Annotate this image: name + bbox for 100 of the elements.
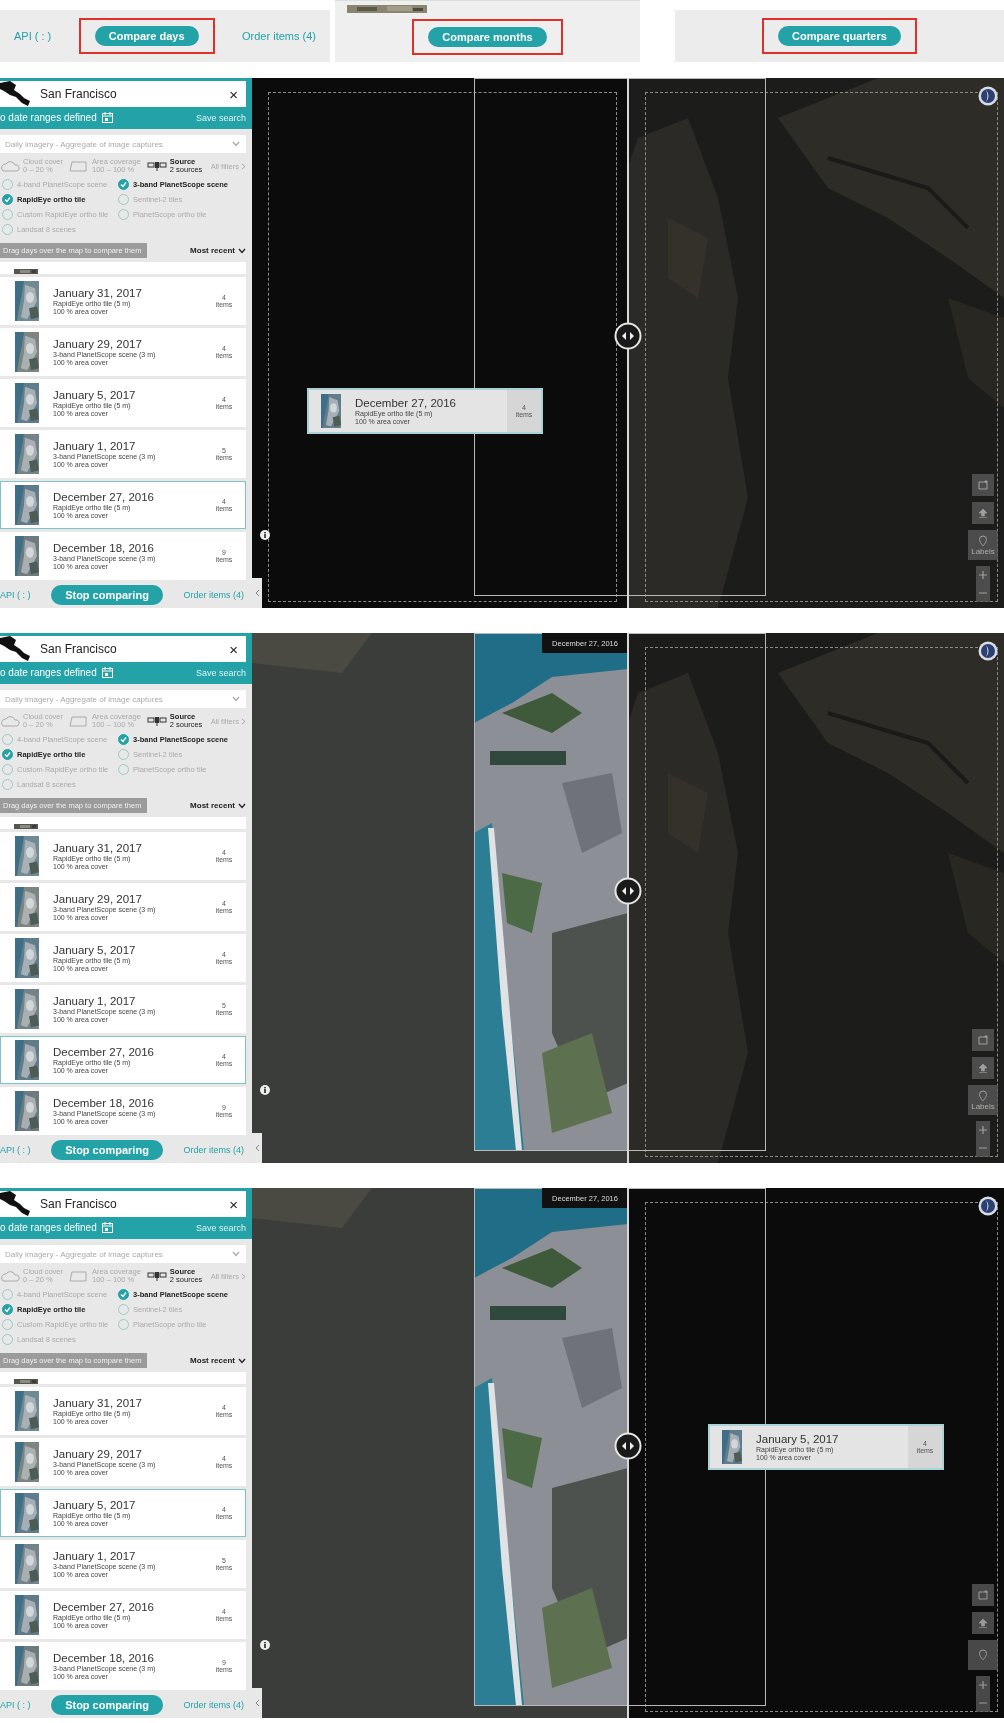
compare-handle[interactable] (614, 1432, 642, 1460)
calendar-icon[interactable] (101, 112, 113, 123)
day-date: January 29, 2017 (53, 1448, 143, 1460)
day-date: January 5, 2017 (756, 1433, 840, 1445)
sort-dropdown[interactable]: Most recent (190, 1356, 246, 1365)
order-link[interactable]: Order items (4) (242, 30, 316, 42)
imagery-dropdown[interactable]: Daily imagery - Aggregate of image captures (0, 690, 246, 708)
imagery-dropdown[interactable]: Daily imagery - Aggregate of image captures (0, 1245, 246, 1263)
info-icon[interactable] (260, 530, 270, 540)
info-icon[interactable] (260, 1640, 270, 1650)
day-date: January 5, 2017 (53, 944, 137, 956)
globe-icon[interactable] (978, 86, 998, 106)
checkbox[interactable] (2, 749, 13, 760)
list-item[interactable] (0, 1372, 246, 1384)
day-date: January 1, 2017 (53, 440, 137, 452)
chevron-icon (241, 162, 246, 170)
stop-comparing-button[interactable]: Stop comparing (51, 1695, 163, 1715)
sort-dropdown[interactable]: Most recent (190, 246, 246, 255)
chevron-icon (254, 1699, 260, 1707)
imagery-dropdown[interactable]: Daily imagery - Aggregate of image captures (0, 135, 246, 153)
api-link[interactable]: API ( : ) (0, 590, 31, 600)
date-range-label[interactable]: o date ranges defined (0, 112, 97, 123)
labels-button[interactable] (968, 1640, 998, 1670)
close-button[interactable]: × (229, 640, 238, 658)
checkbox[interactable] (118, 1289, 129, 1300)
labels-button[interactable]: Labels (968, 1085, 998, 1115)
day-date: January 5, 2017 (53, 389, 137, 401)
chevron-icon (238, 247, 246, 254)
upload-button[interactable] (972, 502, 994, 524)
list-item[interactable] (0, 817, 246, 829)
api-link[interactable]: API ( : ) (0, 1145, 31, 1155)
checkbox[interactable] (2, 1304, 13, 1315)
upload-icon (977, 507, 989, 519)
compare-button[interactable]: Compare months (428, 26, 547, 47)
compare-button[interactable]: Compare quarters (778, 26, 901, 46)
order-link[interactable]: Order items (4) (183, 1700, 244, 1710)
compare-divider[interactable] (627, 78, 629, 608)
upload-button[interactable] (972, 1057, 994, 1079)
sort-dropdown[interactable]: Most recent (190, 801, 246, 810)
compare-divider[interactable] (627, 1188, 629, 1718)
crop-button[interactable] (972, 1584, 994, 1606)
upload-button[interactable] (972, 1612, 994, 1634)
search-field[interactable]: San Francisco × (0, 81, 246, 107)
chevron-icon (232, 1251, 240, 1257)
chevron-icon (241, 717, 246, 725)
date-range-label[interactable]: o date ranges defined (0, 1222, 97, 1233)
stop-comparing-button[interactable]: Stop comparing (51, 585, 163, 605)
upload-icon (977, 1617, 989, 1629)
day-date: January 1, 2017 (53, 995, 137, 1007)
api-link[interactable]: API ( : ) (14, 30, 52, 42)
save-search-link[interactable]: Save search (195, 112, 246, 123)
chevron-icon (238, 1357, 246, 1364)
pin-icon (977, 534, 989, 547)
compare-divider[interactable] (627, 633, 629, 1163)
chevron-icon (254, 1144, 260, 1152)
day-date: December 27, 2016 (53, 491, 155, 503)
crop-icon (977, 1589, 989, 1601)
search-field[interactable]: San Francisco × (0, 1191, 246, 1217)
stop-comparing-button[interactable]: Stop comparing (51, 1140, 163, 1160)
crop-button[interactable] (972, 1029, 994, 1051)
order-link[interactable]: Order items (4) (183, 590, 244, 600)
save-search-link[interactable]: Save search (195, 667, 246, 678)
chevron-icon (238, 802, 246, 809)
globe-icon[interactable] (978, 1196, 998, 1216)
day-date: January 1, 2017 (53, 1550, 137, 1562)
day-date: January 29, 2017 (53, 338, 143, 350)
checkbox[interactable] (118, 179, 129, 190)
date-range-label[interactable]: o date ranges defined (0, 667, 97, 678)
save-search-link[interactable]: Save search (195, 1222, 246, 1233)
calendar-icon[interactable] (101, 1222, 113, 1233)
chevron-icon (232, 141, 240, 147)
pin-icon (977, 1649, 989, 1661)
crop-icon (977, 479, 989, 491)
day-date: January 31, 2017 (53, 287, 143, 299)
calendar-icon[interactable] (101, 667, 113, 678)
cloud-icon (0, 160, 20, 172)
compare-handle[interactable] (614, 322, 642, 350)
api-link[interactable]: API ( : ) (0, 1700, 31, 1710)
compare-handle[interactable] (614, 877, 642, 905)
day-date: December 27, 2016 (53, 1046, 155, 1058)
day-date: December 18, 2016 (53, 1652, 155, 1664)
day-date: January 5, 2017 (53, 1499, 137, 1511)
pin-icon (977, 1089, 989, 1102)
labels-button[interactable]: Labels (968, 530, 998, 560)
close-button[interactable]: × (229, 1195, 238, 1213)
search-field[interactable]: San Francisco × (0, 636, 246, 662)
globe-icon[interactable] (978, 641, 998, 661)
day-date: January 31, 2017 (53, 842, 143, 854)
list-item[interactable] (0, 262, 246, 274)
checkbox[interactable] (2, 194, 13, 205)
day-date: January 31, 2017 (53, 1397, 143, 1409)
satellite-icon (146, 160, 167, 172)
upload-icon (977, 1062, 989, 1074)
info-icon[interactable] (260, 1085, 270, 1095)
day-date: December 18, 2016 (53, 542, 155, 554)
close-button[interactable]: × (229, 85, 238, 103)
crop-button[interactable] (972, 474, 994, 496)
order-link[interactable]: Order items (4) (183, 1145, 244, 1155)
checkbox[interactable] (118, 734, 129, 745)
compare-button[interactable]: Compare days (94, 26, 199, 46)
